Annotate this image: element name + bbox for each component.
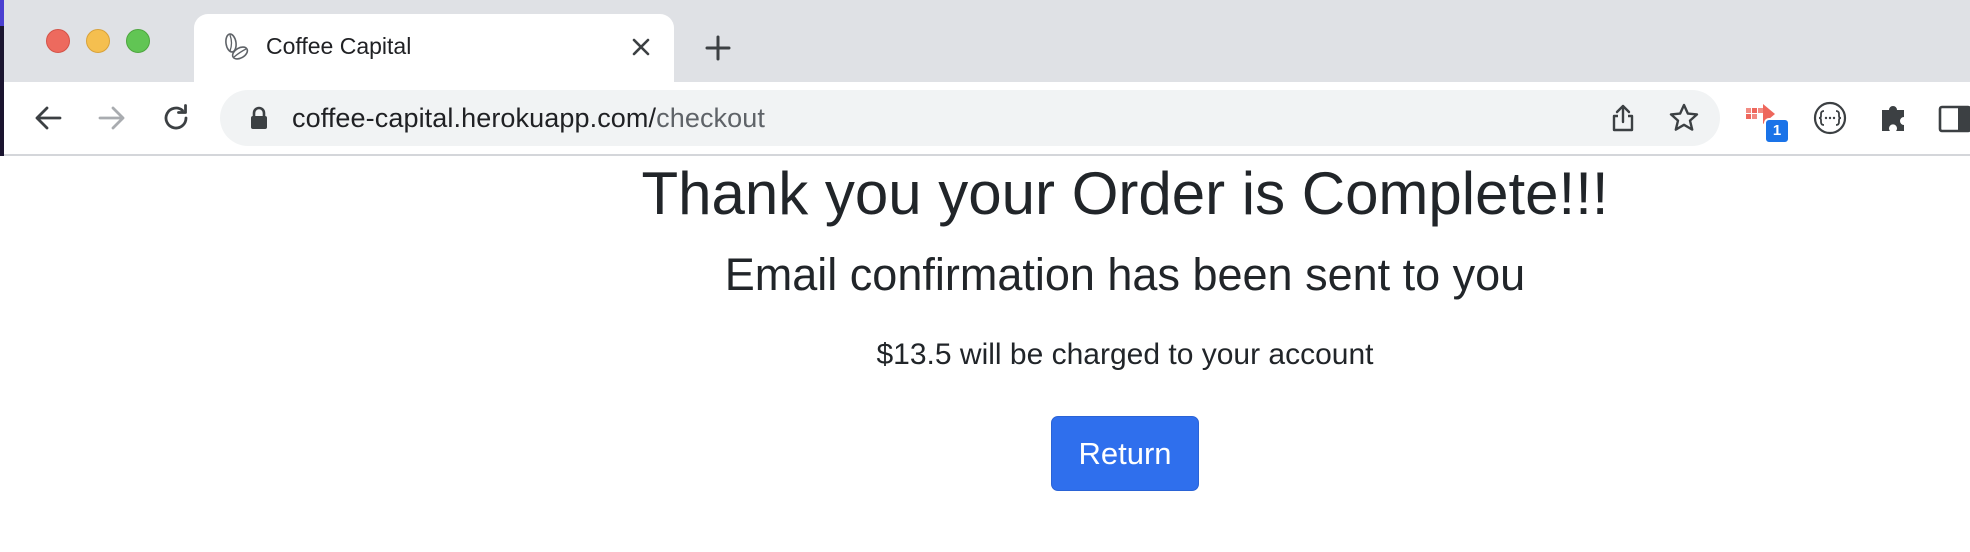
browser-toolbar: coffee-capital.herokuapp.com/checkout 1 — [4, 82, 1970, 154]
url-domain: coffee-capital.herokuapp.com/ — [292, 103, 657, 133]
url-text[interactable]: coffee-capital.herokuapp.com/checkout — [292, 103, 765, 134]
url-path: checkout — [656, 103, 765, 133]
json-viewer-extension[interactable] — [1810, 98, 1850, 138]
close-window-button[interactable] — [46, 29, 70, 53]
new-tab-button[interactable] — [700, 30, 736, 66]
extension-pinned[interactable]: 1 — [1744, 98, 1790, 144]
checkout-page: Thank you your Order is Complete!!! Emai… — [0, 156, 1970, 552]
tab-strip: Coffee Capital — [4, 0, 1970, 82]
side-panel-button[interactable] — [1936, 98, 1970, 138]
forward-button[interactable] — [94, 100, 130, 136]
email-confirmation-heading: Email confirmation has been sent to you — [724, 249, 1526, 300]
order-complete-heading: Thank you your Order is Complete!!! — [641, 160, 1609, 227]
bookmark-star-icon[interactable] — [1668, 102, 1700, 134]
minimize-window-button[interactable] — [86, 29, 110, 53]
lock-icon[interactable] — [248, 106, 270, 130]
puzzle-piece-icon — [1882, 106, 1904, 131]
close-icon — [632, 38, 650, 56]
tab-close-button[interactable] — [626, 32, 656, 62]
return-button[interactable]: Return — [1051, 416, 1199, 491]
tab-coffee-capital[interactable]: Coffee Capital — [194, 14, 674, 82]
extensions-menu-button[interactable] — [1874, 98, 1914, 138]
address-bar[interactable]: coffee-capital.herokuapp.com/checkout — [220, 90, 1720, 146]
plus-icon — [705, 35, 731, 61]
share-icon[interactable] — [1608, 103, 1638, 133]
maximize-window-button[interactable] — [126, 29, 150, 53]
back-button[interactable] — [30, 100, 66, 136]
charge-amount-text: $13.5 will be charged to your account — [876, 338, 1374, 371]
reload-button[interactable] — [158, 100, 194, 136]
tab-title: Coffee Capital — [266, 33, 412, 59]
arrow-right-icon — [98, 106, 125, 130]
extension-badge: 1 — [1764, 118, 1790, 144]
arrow-left-icon — [35, 106, 62, 130]
json-braces-icon — [1813, 101, 1847, 135]
side-panel-icon — [1938, 105, 1970, 133]
coffee-beans-icon — [225, 33, 249, 60]
reload-icon — [164, 104, 188, 130]
